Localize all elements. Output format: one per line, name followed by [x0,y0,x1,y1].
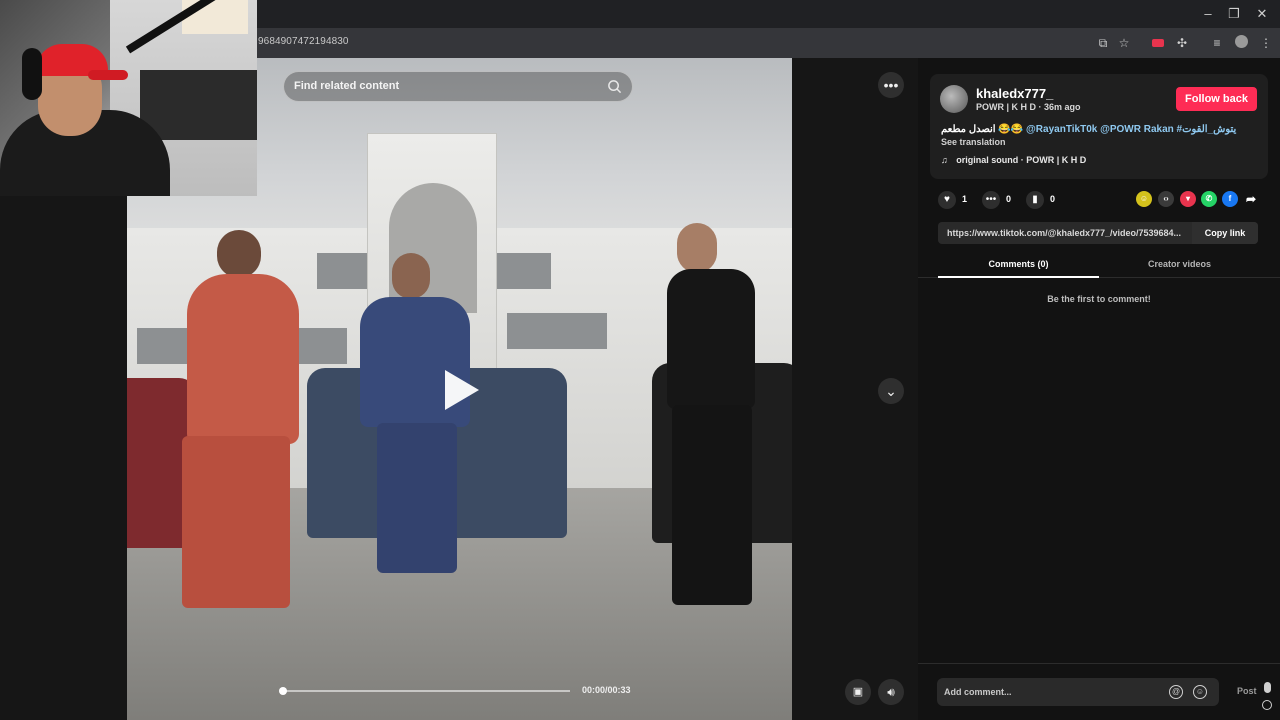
creator-avatar[interactable] [940,85,968,113]
emoji-icon[interactable]: ☺ [1193,685,1207,699]
close-button[interactable]: ✕ [1250,6,1274,22]
post-caption: انصدل مطعم 😂😂 @RayanTikT0k @POWR Rakan #… [941,124,1261,135]
comment-placeholder[interactable]: Add comment... [944,687,1012,697]
extensions-puzzle-icon[interactable]: ✣ [1174,35,1190,51]
active-tab-underline [938,276,1099,278]
video-timecode: 00:00/00:33 [582,685,631,695]
post-info-card: khaledx777_ POWR | K H D · 36m ago Follo… [930,74,1268,179]
save-count: 0 [1050,194,1056,204]
url-text[interactable]: 96849074721948​30 [258,36,349,47]
media-control-icon[interactable]: ≡ [1209,35,1225,51]
video-progress-handle[interactable] [279,687,287,695]
whatsapp-icon[interactable]: ✆ [1201,191,1217,207]
settings-gear-icon[interactable] [1262,700,1272,710]
extension-red-icon[interactable] [1150,35,1166,51]
search-icon[interactable] [607,79,622,94]
caption-tags[interactable]: @RayanTikT0k @POWR Rakan #يتوش_القوت [1026,124,1236,135]
video-person-middle [352,253,472,603]
comment-bar: Add comment... @ ☺ Post [918,663,1280,720]
video-link-box[interactable]: https://www.tiktok.com/@khaledx777_/vide… [938,222,1258,244]
next-video-chevron-down-icon[interactable]: ⌄ [878,378,904,404]
follow-back-button[interactable]: Follow back [1176,87,1257,111]
webcam-shelf [140,70,257,140]
embed-icon[interactable]: ‹› [1158,191,1174,207]
emoji-share-icon[interactable]: ☺ [1136,191,1152,207]
picture-in-picture-icon[interactable]: ▣ [845,679,871,705]
post-comment-button[interactable]: Post [1237,686,1257,696]
sound-link[interactable]: ♫ original sound · POWR | K H D [941,155,1086,165]
restore-button[interactable]: ❐ [1222,6,1246,22]
see-translation-link[interactable]: See translation [941,137,1006,147]
video-window [497,253,551,289]
panel-tabs: Comments (0) Creator videos [918,252,1280,278]
bookmark-icon[interactable]: ▮ [1026,191,1044,209]
video-person-right [652,223,762,623]
video-link-url[interactable]: https://www.tiktok.com/@khaledx777_/vide… [947,228,1181,238]
creator-subline: POWR | K H D · 36m ago [976,102,1081,112]
screen: – ❐ ✕ 96849074721948​30 ⧉ ☆ ✣ ≡ ⋮ [0,0,1280,720]
webcam-overlay [0,0,257,196]
comment-icon[interactable]: ••• [982,191,1000,209]
related-search-box[interactable]: Find related content [283,71,633,102]
video-window [507,313,607,349]
webcam-headset [22,48,42,100]
tab-comments[interactable]: Comments (0) [938,259,1099,269]
comment-count: 0 [1006,194,1012,204]
heart-icon[interactable]: ♥ [938,191,956,209]
mic-icon[interactable] [1264,682,1271,693]
video-person-left [182,230,302,620]
send-to-friends-icon[interactable]: ▾ [1180,191,1196,207]
copy-link-button[interactable]: Copy link [1192,222,1258,244]
share-arrow-icon[interactable]: ➦ [1243,191,1259,207]
video-controls-column: ••• ⌄ ▣ 🔊︎ [792,58,918,720]
profile-avatar-icon[interactable] [1233,35,1249,51]
music-note-icon: ♫ [941,155,948,165]
caption-text: انصدل مطعم 😂😂 [941,124,1027,135]
install-app-icon[interactable]: ⧉ [1095,35,1111,51]
facebook-icon[interactable]: f [1222,191,1238,207]
like-count: 1 [962,194,968,204]
mention-icon[interactable]: @ [1169,685,1183,699]
bookmark-star-icon[interactable]: ☆ [1116,35,1132,51]
comment-input[interactable]: Add comment... @ ☺ [937,678,1219,706]
creator-username[interactable]: khaledx777_ [976,86,1053,101]
browser-menu-icon[interactable]: ⋮ [1258,35,1274,51]
search-input[interactable]: Find related content [294,80,399,92]
minimize-button[interactable]: – [1196,6,1220,21]
details-panel: khaledx777_ POWR | K H D · 36m ago Follo… [918,58,1280,720]
empty-comments-message: Be the first to comment! [1047,294,1151,304]
play-icon[interactable] [445,370,479,410]
tab-creator-videos[interactable]: Creator videos [1099,259,1260,269]
sound-label[interactable]: original sound · POWR | K H D [956,155,1086,165]
more-options-icon[interactable]: ••• [878,72,904,98]
webcam-cap-brim [88,70,128,80]
video-progress-bar[interactable] [279,687,570,695]
volume-icon[interactable]: 🔊︎ [878,679,904,705]
